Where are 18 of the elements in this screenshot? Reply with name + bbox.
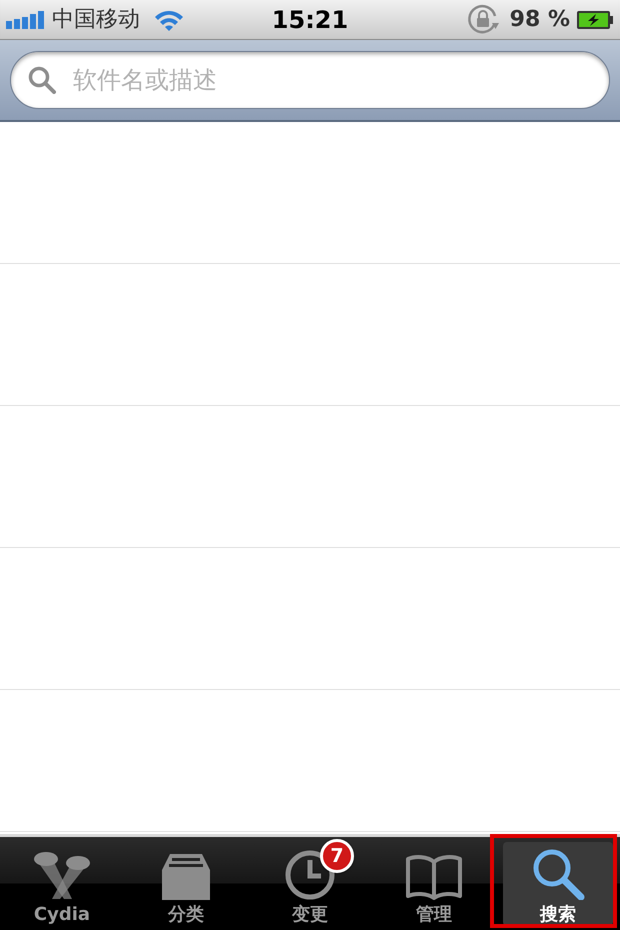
battery-charging-icon xyxy=(576,10,614,30)
signal-icon xyxy=(6,10,44,28)
wifi-icon xyxy=(154,8,184,30)
clock-time: 15:21 xyxy=(272,8,348,32)
search-icon xyxy=(28,66,56,94)
book-icon xyxy=(405,854,463,900)
tab-button[interactable]: 管理 xyxy=(379,842,489,926)
carrier-name: 中国移动 xyxy=(52,8,140,30)
tab-button[interactable]: 搜索 xyxy=(503,842,613,926)
spotlights-icon xyxy=(32,850,92,900)
rotation-lock-icon xyxy=(466,2,500,36)
search-icon xyxy=(531,848,585,900)
battery-percent: 98 % xyxy=(510,8,570,30)
count-badge: 7 xyxy=(320,839,354,873)
file-box-icon xyxy=(160,852,212,900)
tab-button[interactable]: Cydia xyxy=(7,842,117,926)
search-field[interactable]: 软件名或描述 xyxy=(10,51,610,109)
tab-button[interactable]: 分类 xyxy=(131,842,241,926)
